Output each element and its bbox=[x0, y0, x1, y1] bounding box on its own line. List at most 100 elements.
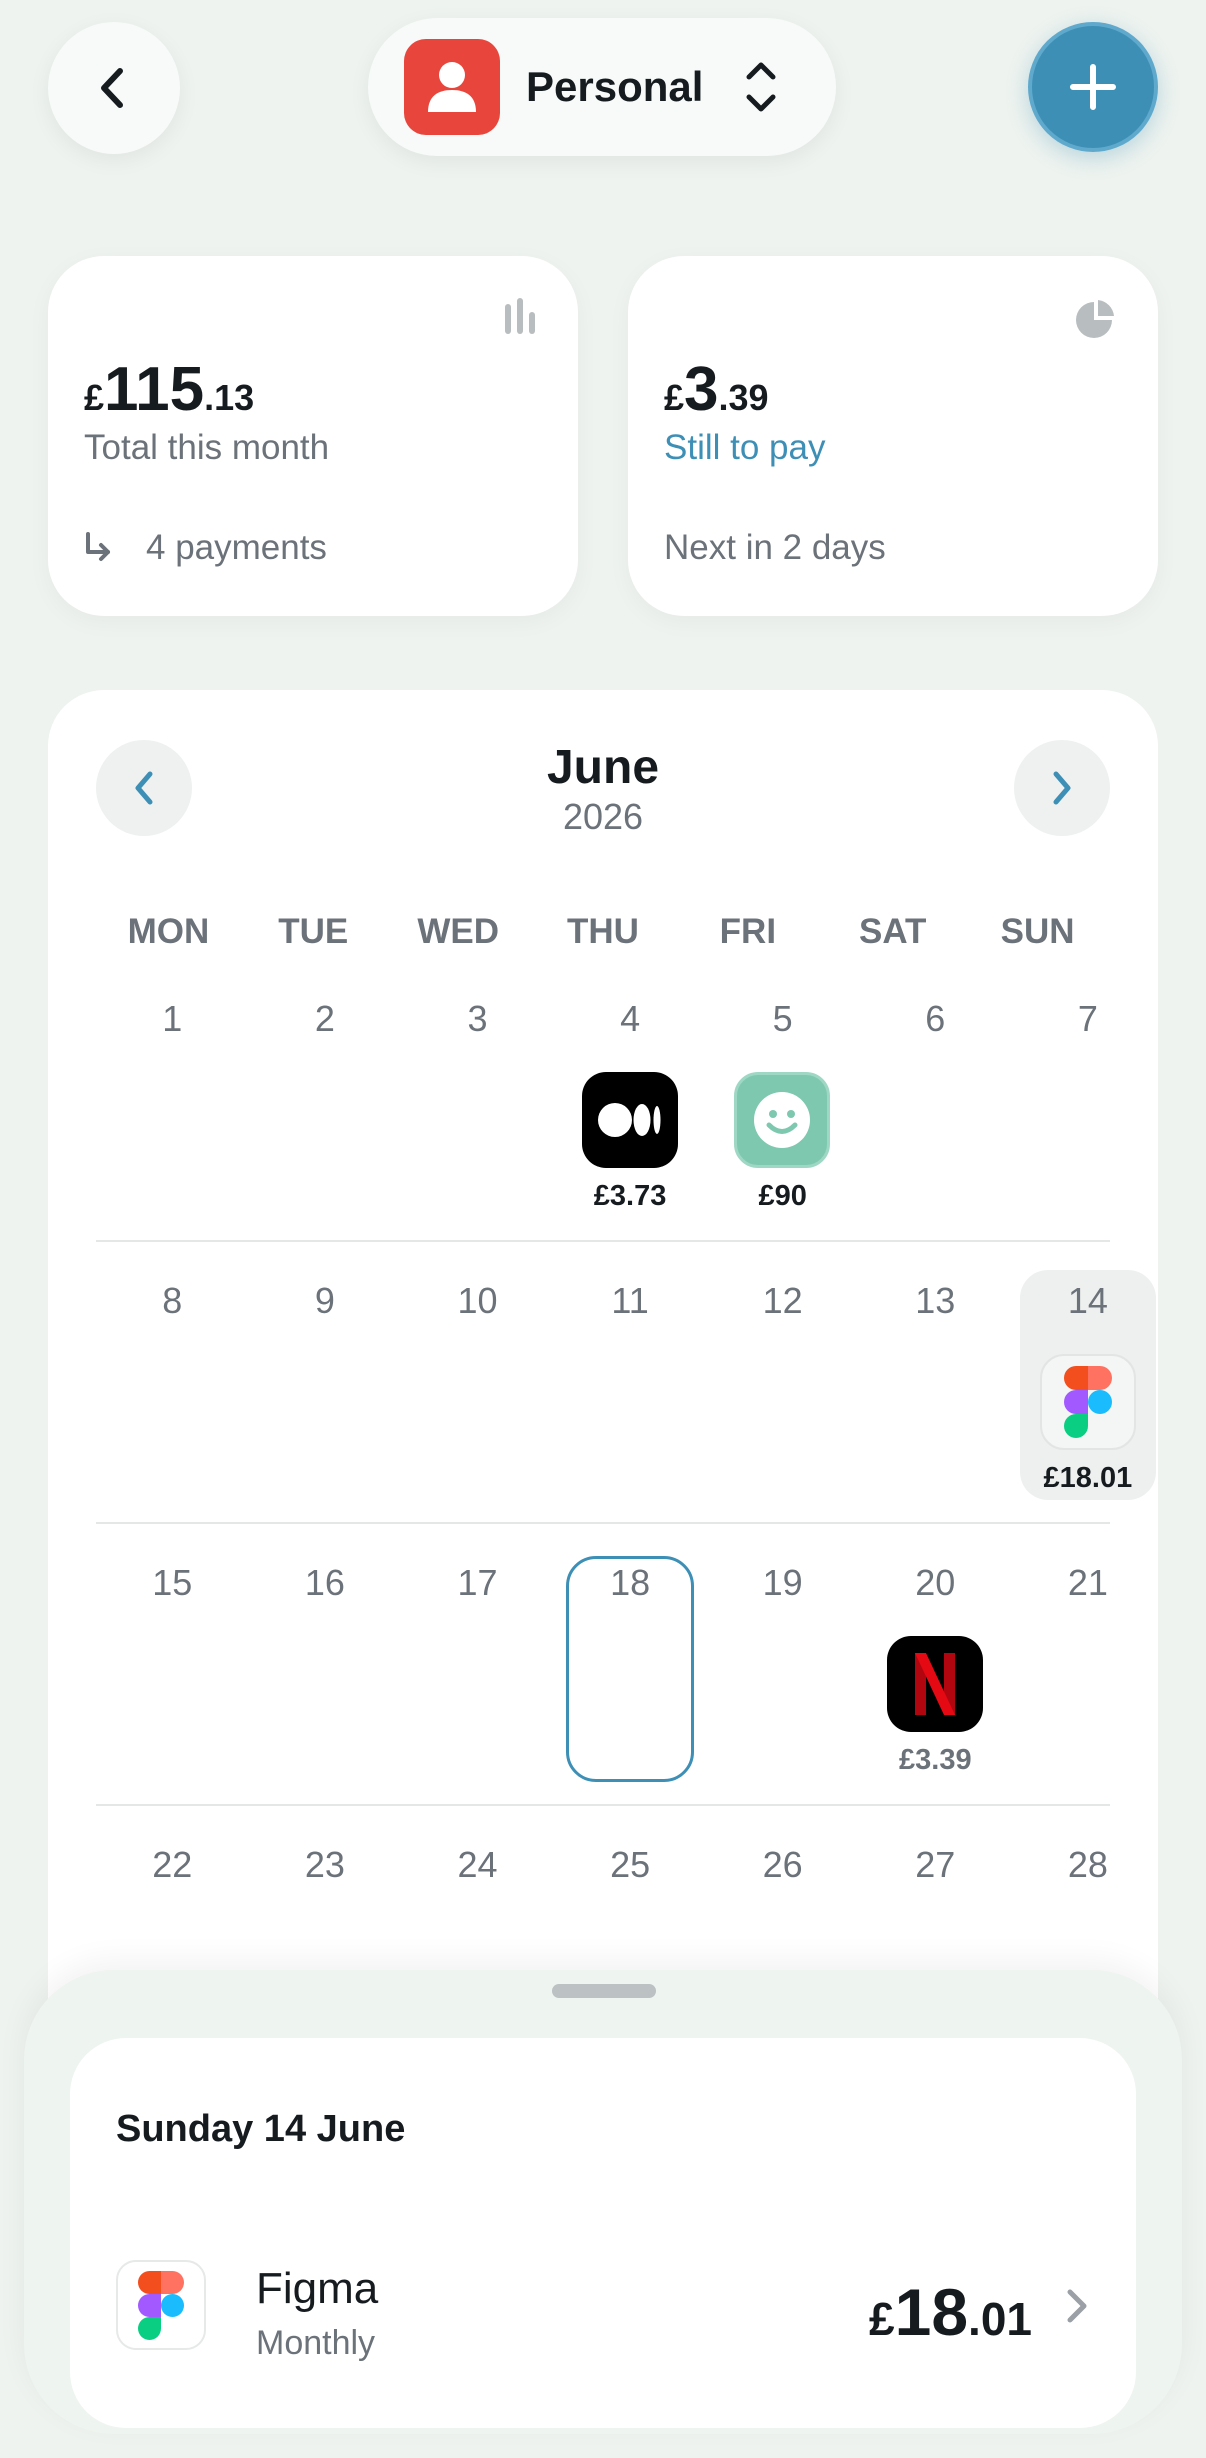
day-number: 2 bbox=[314, 998, 335, 1039]
day-number: 11 bbox=[611, 1280, 649, 1321]
calendar-day[interactable]: 11 bbox=[554, 1262, 707, 1524]
pie-chart-icon bbox=[1076, 300, 1114, 338]
weekday-header: MON TUE WED THU FRI SAT SUN bbox=[96, 912, 1110, 952]
calendar-day[interactable]: 20 £3.39 bbox=[859, 1544, 1012, 1806]
next-month-button[interactable] bbox=[1014, 740, 1110, 836]
day-number: 19 bbox=[762, 1562, 803, 1603]
payment-amount: £90 bbox=[758, 1180, 807, 1212]
day-number: 18 bbox=[610, 1562, 651, 1603]
calendar-day[interactable]: 6 bbox=[859, 980, 1012, 1242]
day-number: 26 bbox=[762, 1844, 803, 1885]
profile-switcher[interactable]: Personal bbox=[368, 18, 836, 156]
day-number: 6 bbox=[925, 998, 946, 1039]
payment-amount: £18.01 bbox=[1043, 1462, 1133, 1494]
calendar-day[interactable]: 16 bbox=[249, 1544, 402, 1806]
day-number: 1 bbox=[162, 998, 183, 1039]
weekday-label: FRI bbox=[719, 912, 777, 951]
day-number: 4 bbox=[620, 998, 641, 1039]
calendar-day[interactable]: 1 bbox=[96, 980, 249, 1242]
day-number: 22 bbox=[152, 1844, 193, 1885]
calendar-day[interactable]: 9 bbox=[249, 1262, 402, 1524]
remaining-amount: £3.39 bbox=[664, 355, 769, 424]
total-label: Total this month bbox=[84, 428, 330, 467]
total-amount: £115.13 bbox=[84, 355, 255, 424]
day-number: 8 bbox=[162, 1280, 183, 1321]
week-row: 15 16 17 18 19 20 £3.39 21 bbox=[96, 1544, 1110, 1806]
day-number: 25 bbox=[610, 1844, 651, 1885]
day-number: 16 bbox=[304, 1562, 345, 1603]
day-number: 13 bbox=[915, 1280, 956, 1321]
calendar-day[interactable]: 15 bbox=[96, 1544, 249, 1806]
plus-icon bbox=[1070, 64, 1116, 110]
day-number: 12 bbox=[762, 1280, 803, 1321]
netflix-app-icon bbox=[887, 1636, 983, 1732]
smile-app-icon bbox=[734, 1072, 831, 1168]
day-number: 10 bbox=[457, 1280, 498, 1321]
weekday-label: THU bbox=[567, 912, 639, 951]
return-arrow-icon bbox=[86, 532, 110, 561]
calendar-day[interactable]: 13 bbox=[859, 1262, 1012, 1524]
payment-amount: £3.73 bbox=[593, 1180, 667, 1212]
day-number: 7 bbox=[1077, 998, 1098, 1039]
year-label: 2026 bbox=[562, 796, 644, 837]
medium-app-icon bbox=[581, 1072, 678, 1168]
weekday-label: MON bbox=[127, 912, 210, 951]
day-number: 24 bbox=[457, 1844, 498, 1885]
weekday-label: SAT bbox=[859, 912, 927, 951]
chevron-up-down-icon bbox=[743, 57, 779, 117]
calendar-day-selected[interactable]: 14 £18.01 bbox=[1012, 1262, 1165, 1524]
selected-date-title: Sunday 14 June bbox=[116, 2108, 406, 2150]
add-subscription-button[interactable] bbox=[1028, 22, 1158, 152]
calendar-day[interactable]: 3 bbox=[401, 980, 554, 1242]
person-icon bbox=[404, 39, 500, 135]
still-to-pay-card[interactable]: £3.39 Still to pay Next in 2 days bbox=[628, 256, 1158, 616]
day-number: 15 bbox=[152, 1562, 193, 1603]
chevron-right-icon bbox=[1053, 771, 1071, 805]
weekday-label: SUN bbox=[1000, 912, 1075, 951]
day-number: 5 bbox=[772, 998, 793, 1039]
bar-chart-icon bbox=[505, 298, 535, 334]
subscription-row[interactable]: Figma Monthly £18.01 bbox=[116, 2234, 1090, 2374]
total-this-month-card[interactable]: £115.13 Total this month 4 payments bbox=[48, 256, 578, 616]
sheet-drag-handle[interactable] bbox=[552, 1984, 656, 1998]
calendar-day[interactable]: 19 bbox=[706, 1544, 859, 1806]
calendar-day-today[interactable]: 18 bbox=[554, 1544, 707, 1806]
day-number: 9 bbox=[314, 1280, 335, 1321]
subscription-name: Figma bbox=[256, 2264, 379, 2313]
day-number: 21 bbox=[1067, 1562, 1108, 1603]
calendar: June 2026 MON TUE WED THU FRI SAT SUN 1 … bbox=[48, 690, 1158, 2090]
next-payment-text: Next in 2 days bbox=[664, 528, 886, 567]
month-title: June bbox=[546, 741, 660, 794]
subscription-frequency: Monthly bbox=[256, 2324, 376, 2362]
day-number: 27 bbox=[915, 1844, 956, 1885]
payment-amount: £3.39 bbox=[899, 1744, 972, 1776]
calendar-day[interactable]: 4 £3.73 bbox=[554, 980, 707, 1242]
calendar-day[interactable]: 10 bbox=[401, 1262, 554, 1524]
calendar-day[interactable]: 8 bbox=[96, 1262, 249, 1524]
week-row: 1 2 3 4 £3.73 5 £90 6 7 bbox=[96, 980, 1110, 1242]
chevron-right-icon bbox=[1067, 2289, 1087, 2323]
calendar-day[interactable]: 2 bbox=[249, 980, 402, 1242]
back-button[interactable] bbox=[48, 22, 180, 154]
day-number: 3 bbox=[467, 998, 488, 1039]
figma-app-icon bbox=[116, 2260, 206, 2350]
calendar-day[interactable]: 17 bbox=[401, 1544, 554, 1806]
chevron-left-icon bbox=[101, 68, 123, 108]
day-detail-card: Sunday 14 June Figma Monthly £18.01 bbox=[70, 2038, 1136, 2428]
weekday-label: TUE bbox=[278, 912, 349, 951]
figma-app-icon bbox=[1039, 1354, 1136, 1450]
calendar-day[interactable]: 7 bbox=[1012, 980, 1165, 1242]
app-screen: Personal £115.13 Total this month 4 paym… bbox=[0, 0, 1206, 2458]
day-number: 17 bbox=[457, 1562, 498, 1603]
day-number: 28 bbox=[1067, 1844, 1108, 1885]
calendar-day[interactable]: 12 bbox=[706, 1262, 859, 1524]
day-number: 14 bbox=[1067, 1280, 1108, 1321]
week-row: 8 9 10 11 12 13 14 £18.01 bbox=[96, 1262, 1157, 1524]
weekday-label: WED bbox=[417, 912, 499, 951]
remaining-label: Still to pay bbox=[664, 428, 826, 467]
profile-name: Personal bbox=[526, 63, 704, 110]
calendar-day[interactable]: 5 £90 bbox=[706, 980, 859, 1242]
day-number: 23 bbox=[304, 1844, 345, 1885]
subscription-amount: £18.01 bbox=[869, 2275, 1032, 2349]
calendar-day[interactable]: 21 bbox=[1012, 1544, 1165, 1806]
